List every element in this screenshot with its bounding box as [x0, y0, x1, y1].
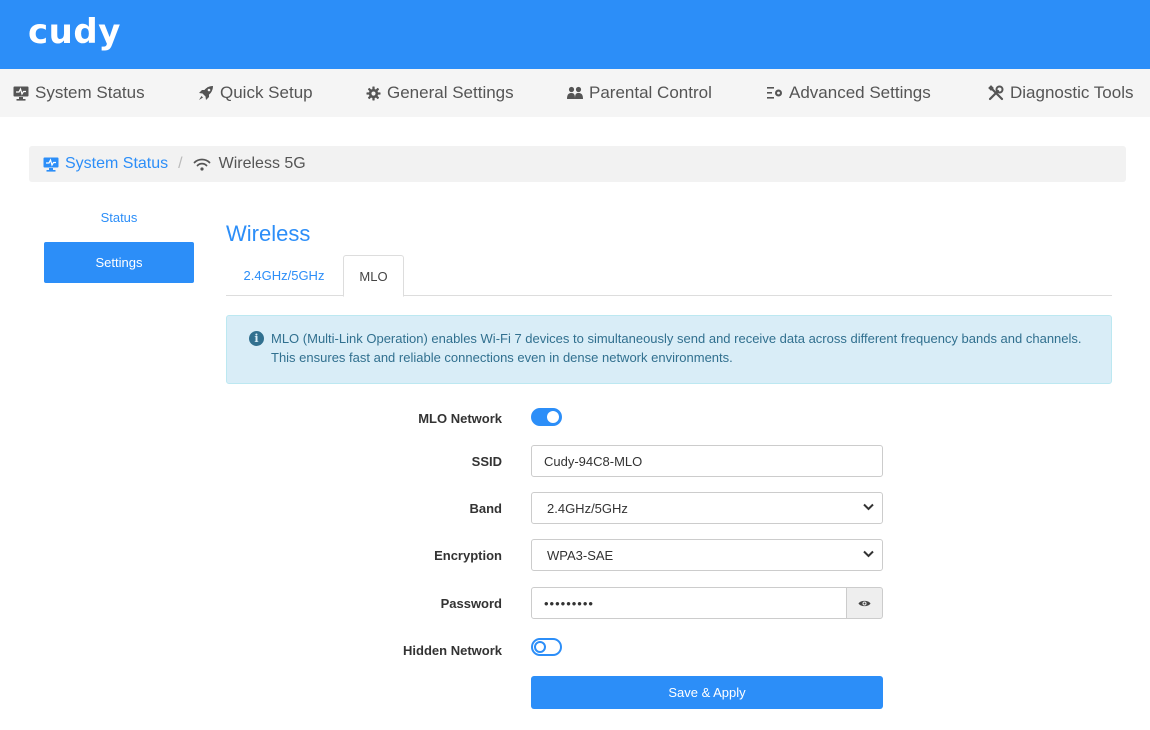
encryption-value: WPA3-SAE — [547, 547, 614, 563]
nav-label: Diagnostic Tools — [1010, 83, 1134, 102]
ssid-value: Cudy-94C8-MLO — [544, 453, 643, 469]
band-value: 2.4GHz/5GHz — [547, 500, 628, 516]
cudy-logo[interactable]: cudy — [28, 12, 121, 52]
save-apply-button[interactable]: Save & Apply — [531, 676, 883, 709]
tools-icon — [988, 85, 1004, 101]
rocket-icon — [199, 86, 213, 100]
info-text: MLO (Multi-Link Operation) enables Wi-Fi… — [271, 331, 1082, 365]
password-value: ••••••••• — [544, 595, 594, 611]
sliders-gear-icon — [767, 87, 782, 99]
breadcrumb-current-label: Wireless 5G — [218, 155, 306, 172]
nav-general-settings[interactable]: General Settings — [366, 69, 514, 117]
nav-label: Parental Control — [589, 83, 712, 102]
mlo-network-label: MLO Network — [418, 411, 502, 426]
nav-label: Quick Setup — [220, 83, 313, 102]
nav-parental-control[interactable]: Parental Control — [567, 69, 712, 117]
users-icon — [567, 86, 583, 99]
nav-system-status[interactable]: System Status — [13, 69, 145, 117]
sidebar-item-status[interactable]: Status — [44, 210, 194, 225]
encryption-label: Encryption — [434, 548, 502, 563]
nav-label: System Status — [35, 83, 145, 102]
breadcrumb-current: Wireless 5G — [193, 155, 306, 173]
breadcrumb-home-link[interactable]: System Status — [43, 155, 168, 173]
page-title: Wireless — [226, 221, 311, 246]
show-password-button[interactable] — [846, 587, 883, 619]
monitor-icon — [13, 86, 29, 101]
breadcrumb: System Status / Wireless 5G — [29, 146, 1126, 182]
monitor-icon — [43, 157, 59, 172]
info-icon: i — [249, 331, 264, 346]
nav-label: Advanced Settings — [789, 83, 931, 102]
sidebar-item-settings[interactable]: Settings — [44, 242, 194, 283]
mlo-network-toggle[interactable] — [531, 408, 562, 426]
password-input[interactable]: ••••••••• — [531, 587, 847, 619]
encryption-select[interactable]: WPA3-SAE — [531, 539, 883, 571]
chevron-down-icon — [863, 550, 874, 558]
band-label: Band — [469, 501, 503, 516]
breadcrumb-separator: / — [178, 155, 183, 172]
wifi-icon — [193, 158, 211, 171]
tab-bar: 2.4GHz/5GHz MLO — [226, 255, 1112, 297]
main-nav: System Status Quick Setup General Settin… — [0, 69, 1150, 117]
password-label: Password — [440, 596, 502, 611]
chevron-down-icon — [863, 503, 874, 511]
tab-24ghz-5ghz[interactable]: 2.4GHz/5GHz — [226, 255, 342, 296]
gear-icon — [366, 85, 381, 101]
top-header: cudy — [0, 0, 1150, 69]
nav-advanced-settings[interactable]: Advanced Settings — [767, 69, 931, 117]
ssid-label: SSID — [471, 454, 502, 469]
band-select[interactable]: 2.4GHz/5GHz — [531, 492, 883, 524]
info-alert: i MLO (Multi-Link Operation) enables Wi-… — [226, 315, 1112, 384]
nav-label: General Settings — [387, 83, 514, 102]
ssid-input[interactable]: Cudy-94C8-MLO — [531, 445, 883, 477]
hidden-network-label: Hidden Network — [403, 643, 502, 658]
hidden-network-toggle[interactable] — [531, 638, 562, 656]
tab-mlo[interactable]: MLO — [343, 255, 404, 297]
nav-quick-setup[interactable]: Quick Setup — [198, 69, 313, 117]
breadcrumb-home-label: System Status — [65, 155, 169, 172]
nav-diagnostic-tools[interactable]: Diagnostic Tools — [988, 69, 1133, 117]
eye-icon — [858, 600, 871, 606]
